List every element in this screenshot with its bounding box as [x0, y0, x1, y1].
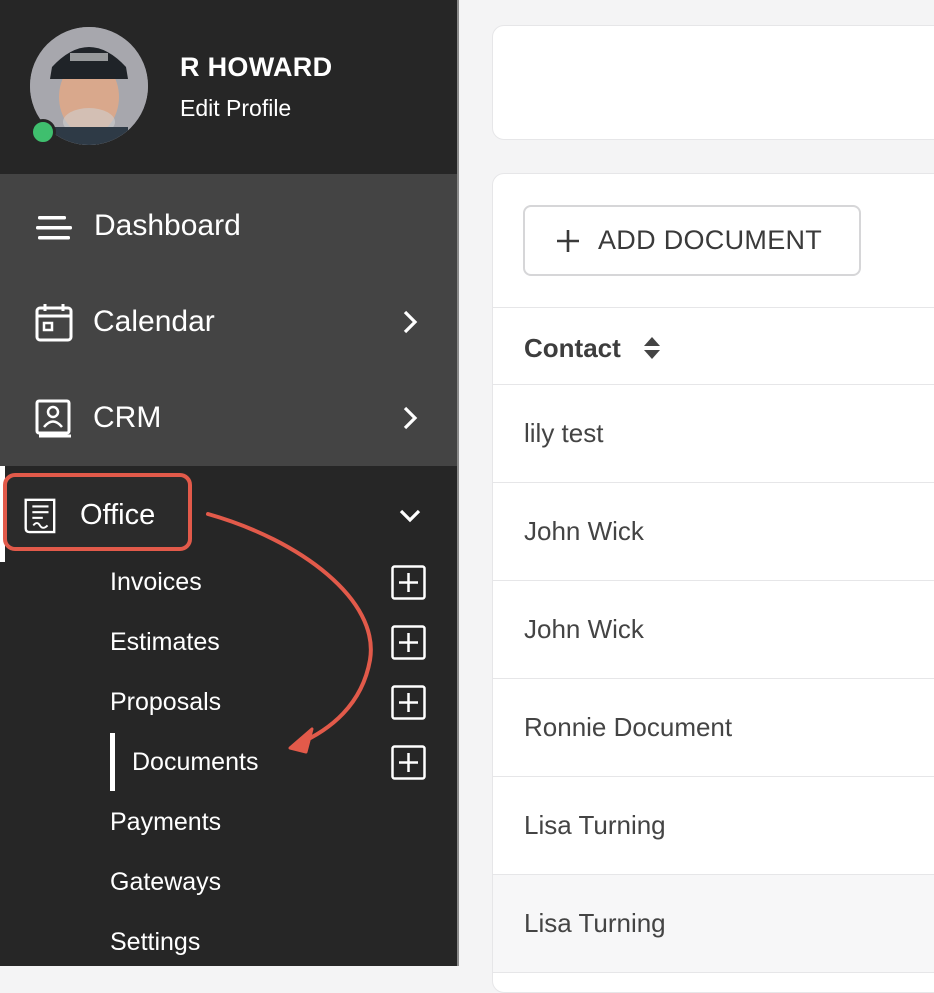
receipt-icon: [24, 498, 56, 534]
documents-table-card: ADD DOCUMENT Contact lily test John Wick…: [492, 173, 934, 993]
nav-office-label: Office: [80, 499, 156, 531]
add-document-label: ADD DOCUMENT: [598, 225, 823, 255]
submenu-gateways[interactable]: Gateways: [110, 868, 221, 897]
nav-office[interactable]: Office: [0, 466, 457, 562]
nav-main: Dashboard Calendar CRM: [0, 174, 457, 466]
edit-profile-link[interactable]: Edit Profile: [180, 95, 291, 122]
contact-cell: lily test: [524, 418, 604, 448]
table-row[interactable]: John Wick: [493, 581, 934, 679]
contact-cell: John Wick: [524, 614, 644, 644]
submenu-settings[interactable]: Settings: [110, 928, 200, 957]
contact-book-icon: [35, 399, 71, 438]
add-document-button[interactable]: ADD DOCUMENT: [523, 205, 861, 276]
table-header-contact[interactable]: Contact: [493, 307, 934, 385]
column-header-contact: Contact: [524, 333, 621, 363]
contact-cell: Lisa Turning: [524, 810, 666, 840]
nav-dashboard[interactable]: Dashboard: [0, 178, 457, 274]
add-proposal-icon[interactable]: [391, 685, 426, 720]
table-row[interactable]: lily test: [493, 385, 934, 483]
nav-crm-label: CRM: [93, 401, 162, 434]
contact-cell: John Wick: [524, 516, 644, 546]
add-estimate-icon[interactable]: [391, 625, 426, 660]
submenu-proposals[interactable]: Proposals: [110, 688, 221, 717]
documents-active-indicator: [110, 733, 115, 791]
nav-calendar-label: Calendar: [93, 305, 215, 338]
calendar-icon: [35, 304, 73, 342]
profile-header: R HOWARD Edit Profile: [0, 0, 457, 174]
chevron-right-icon: [403, 310, 418, 334]
submenu-invoices[interactable]: Invoices: [110, 568, 202, 597]
submenu-payments[interactable]: Payments: [110, 808, 221, 837]
header-card: [492, 25, 934, 140]
sidebar: R HOWARD Edit Profile Dashboard Calendar: [0, 0, 459, 966]
table-row[interactable]: Ronnie Document: [493, 679, 934, 777]
profile-name: R HOWARD: [180, 52, 333, 82]
chevron-right-icon: [403, 406, 418, 430]
add-document-icon[interactable]: [391, 745, 426, 780]
submenu-documents[interactable]: Documents: [132, 748, 258, 777]
sort-icon[interactable]: [642, 335, 662, 361]
nav-calendar[interactable]: Calendar: [0, 274, 457, 370]
table-row[interactable]: Lisa Turning: [493, 777, 934, 875]
plus-icon: [557, 229, 579, 252]
submenu-estimates[interactable]: Estimates: [110, 628, 220, 657]
chevron-down-icon: [399, 509, 421, 523]
table-row[interactable]: Lisa Turning: [493, 875, 934, 973]
table-row[interactable]: John Wick: [493, 483, 934, 581]
contact-cell: Ronnie Document: [524, 712, 733, 742]
menu-lines-icon: [36, 216, 72, 240]
nav-dashboard-label: Dashboard: [94, 209, 241, 242]
contact-cell: Lisa Turning: [524, 908, 666, 938]
nav-crm[interactable]: CRM: [0, 370, 457, 466]
add-invoice-icon[interactable]: [391, 565, 426, 600]
online-status-dot: [30, 119, 56, 145]
main-content: ADD DOCUMENT Contact lily test John Wick…: [459, 0, 934, 993]
